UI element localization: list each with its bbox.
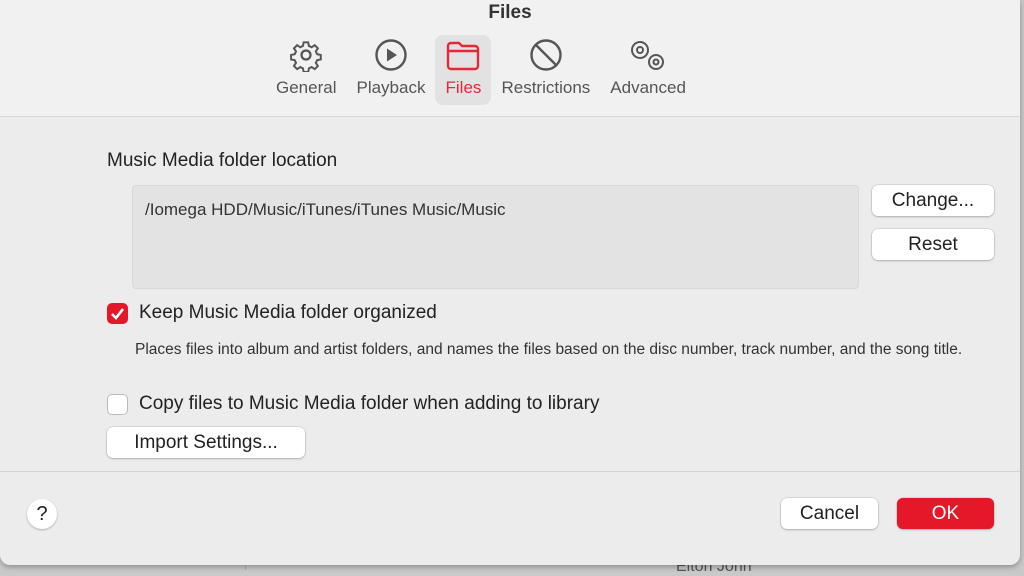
tab-advanced[interactable]: Advanced: [600, 35, 696, 105]
copy-files-label: Copy files to Music Media folder when ad…: [139, 393, 600, 414]
gears-icon: [631, 41, 665, 70]
tab-label: Playback: [356, 78, 426, 97]
help-button[interactable]: ?: [27, 499, 57, 529]
window-title: Files: [488, 2, 532, 23]
play-circle-icon: [375, 39, 407, 71]
toolbar: Files General Playback Files Restriction…: [0, 0, 1020, 117]
tab-restrictions[interactable]: Restrictions: [491, 35, 600, 105]
tab-files[interactable]: Files: [435, 35, 492, 105]
tab-label: Advanced: [610, 78, 686, 97]
divider: [0, 471, 1020, 472]
tab-bar: General Playback Files Restrictions Adva…: [266, 35, 696, 105]
keep-organized-label: Keep Music Media folder organized: [139, 302, 437, 323]
tab-label: Restrictions: [501, 78, 591, 97]
prohibited-icon: [530, 39, 562, 71]
reset-button[interactable]: Reset: [872, 229, 994, 260]
tab-playback[interactable]: Playback: [346, 35, 435, 105]
checkmark-icon: [111, 308, 125, 320]
cancel-button[interactable]: Cancel: [781, 498, 878, 529]
change-button[interactable]: Change...: [872, 185, 994, 216]
tab-label: General: [276, 78, 337, 97]
tab-label: Files: [445, 78, 482, 97]
copy-files-checkbox[interactable]: [107, 394, 128, 415]
gear-icon: [290, 41, 322, 72]
keep-organized-description: Places files into album and artist folde…: [135, 341, 963, 358]
tab-general[interactable]: General: [266, 35, 346, 105]
folder-location-label: Music Media folder location: [107, 150, 338, 171]
folder-icon: [447, 41, 480, 71]
folder-path-field: /Iomega HDD/Music/iTunes/iTunes Music/Mu…: [132, 185, 859, 289]
preferences-dialog: Files General Playback Files Restriction…: [0, 0, 1020, 565]
keep-organized-checkbox[interactable]: [107, 303, 128, 324]
import-settings-button[interactable]: Import Settings...: [107, 427, 305, 458]
ok-button[interactable]: OK: [897, 498, 994, 529]
